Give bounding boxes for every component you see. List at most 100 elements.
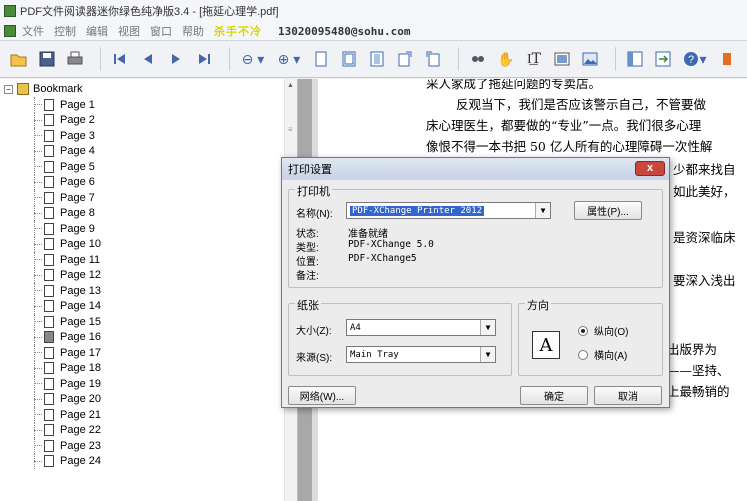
- properties-button[interactable]: 属性(P)...: [574, 201, 642, 220]
- last-page-icon[interactable]: [193, 48, 215, 70]
- bookmark-item[interactable]: Page 20: [0, 391, 280, 407]
- ok-button[interactable]: 确定: [520, 386, 588, 405]
- app-icon: [4, 5, 16, 17]
- tree-connector: [34, 150, 42, 152]
- radio-selected-icon: [578, 325, 588, 336]
- doc-line: 少都来找自: [673, 162, 736, 177]
- portrait-label: 纵向(O): [594, 327, 629, 338]
- print-icon[interactable]: [64, 48, 86, 70]
- page-icon: [44, 393, 54, 406]
- menu-edit[interactable]: 编辑: [86, 23, 108, 39]
- status-label: 状态:: [296, 229, 319, 240]
- bookmark-item[interactable]: Page 24: [0, 453, 280, 469]
- zoom-out-icon[interactable]: ⊖ ▾: [238, 48, 268, 70]
- chevron-down-icon[interactable]: ▼: [535, 203, 550, 218]
- chevron-down-icon[interactable]: ▼: [480, 347, 495, 362]
- scroll-grip[interactable]: ≡: [288, 125, 293, 134]
- save-icon[interactable]: [36, 48, 58, 70]
- bookmark-item-label: Page 3: [60, 129, 95, 142]
- search-icon[interactable]: [467, 48, 489, 70]
- menu-window[interactable]: 窗口: [150, 23, 172, 39]
- bookmark-item-label: Page 15: [60, 315, 101, 328]
- bookmark-item[interactable]: Page 21: [0, 407, 280, 423]
- fullscreen-icon[interactable]: [652, 48, 674, 70]
- text-select-icon[interactable]: I͟T: [523, 48, 545, 70]
- menu-control[interactable]: 控制: [54, 23, 76, 39]
- bookmark-item-label: Page 8: [60, 207, 95, 220]
- tree-connector: [34, 243, 42, 245]
- menu-file[interactable]: 文件: [22, 23, 44, 39]
- chevron-down-icon[interactable]: ▼: [480, 320, 495, 335]
- page-icon: [44, 253, 54, 266]
- snapshot-icon[interactable]: [551, 48, 573, 70]
- bookmark-item[interactable]: Page 6: [0, 174, 280, 190]
- bookmark-item[interactable]: Page 17: [0, 345, 280, 361]
- page-icon: [44, 331, 54, 344]
- printer-name-select[interactable]: PDF-XChange Printer 2012 ▼: [346, 202, 551, 219]
- facing-icon[interactable]: [366, 48, 388, 70]
- page-icon: [44, 300, 54, 313]
- paper-size-select[interactable]: A4 ▼: [346, 319, 496, 336]
- bookmark-item[interactable]: Page 1: [0, 97, 280, 113]
- prev-page-icon[interactable]: [137, 48, 159, 70]
- next-page-icon[interactable]: [165, 48, 187, 70]
- page-icon: [44, 362, 54, 375]
- bookmark-item[interactable]: Page 15: [0, 314, 280, 330]
- first-page-icon[interactable]: [109, 48, 131, 70]
- page-icon: [44, 222, 54, 235]
- bookmark-item[interactable]: Page 10: [0, 236, 280, 252]
- close-button[interactable]: x: [635, 161, 665, 176]
- orientation-preview-icon: A: [532, 331, 560, 359]
- bookmark-item[interactable]: Page 12: [0, 267, 280, 283]
- page-icon: [44, 191, 54, 204]
- bookmark-item[interactable]: Page 8: [0, 205, 280, 221]
- bookmark-item[interactable]: Page 9: [0, 221, 280, 237]
- bookmark-root[interactable]: − Bookmark: [4, 83, 83, 95]
- doc-line: 要深入浅出: [673, 273, 736, 288]
- tree-connector: [34, 104, 42, 105]
- bookmark-item[interactable]: Page 2: [0, 112, 280, 128]
- paper-source-select[interactable]: Main Tray ▼: [346, 346, 496, 363]
- collapse-icon[interactable]: −: [4, 84, 13, 94]
- orientation-group-label: 方向: [525, 297, 551, 313]
- bookmark-item[interactable]: Page 7: [0, 190, 280, 206]
- page-icon: [44, 377, 54, 390]
- network-button[interactable]: 网络(W)...: [288, 386, 356, 405]
- bookmark-item[interactable]: Page 13: [0, 283, 280, 299]
- single-page-icon[interactable]: [310, 48, 332, 70]
- status-value: 准备就绪: [348, 229, 388, 240]
- menu-bar: 文件 控制 编辑 视图 窗口 帮助 杀手不冷 13020095480@sohu.…: [0, 22, 747, 40]
- bookmark-item[interactable]: Page 14: [0, 298, 280, 314]
- zoom-in-icon[interactable]: ⊕ ▾: [274, 48, 304, 70]
- toolbar-separator: [615, 47, 616, 71]
- page-icon: [44, 207, 54, 220]
- extra-icon[interactable]: [716, 48, 738, 70]
- menu-help[interactable]: 帮助: [182, 23, 204, 39]
- bookmark-item[interactable]: Page 3: [0, 128, 280, 144]
- bookmark-item[interactable]: Page 5: [0, 159, 280, 175]
- help-icon[interactable]: ? ▾: [680, 48, 710, 70]
- cancel-button[interactable]: 取消: [594, 386, 662, 405]
- rotate-icon[interactable]: [394, 48, 416, 70]
- source-label: 来源(S):: [296, 353, 333, 364]
- tree-connector: [34, 445, 42, 446]
- bookmark-item[interactable]: Page 18: [0, 360, 280, 376]
- hand-icon[interactable]: ✋: [495, 48, 517, 70]
- sidebar-toggle-icon[interactable]: [624, 48, 646, 70]
- bookmark-item[interactable]: Page 4: [0, 143, 280, 159]
- bookmark-item[interactable]: Page 23: [0, 438, 280, 454]
- rotate-cw-icon[interactable]: [422, 48, 444, 70]
- bookmark-item[interactable]: Page 19: [0, 376, 280, 392]
- bookmark-item[interactable]: Page 22: [0, 422, 280, 438]
- menu-view[interactable]: 视图: [118, 23, 140, 39]
- bookmark-item[interactable]: Page 16: [0, 329, 280, 345]
- tree-connector: [34, 429, 42, 431]
- continuous-icon[interactable]: [338, 48, 360, 70]
- dialog-title-bar[interactable]: 打印设置 x: [282, 158, 669, 180]
- portrait-radio[interactable]: 纵向(O): [578, 323, 628, 338]
- image-icon[interactable]: [579, 48, 601, 70]
- landscape-radio[interactable]: 横向(A): [578, 347, 627, 362]
- bookmark-item[interactable]: Page 11: [0, 252, 280, 268]
- scroll-up-icon[interactable]: ▲: [287, 82, 294, 89]
- open-icon[interactable]: [8, 48, 30, 70]
